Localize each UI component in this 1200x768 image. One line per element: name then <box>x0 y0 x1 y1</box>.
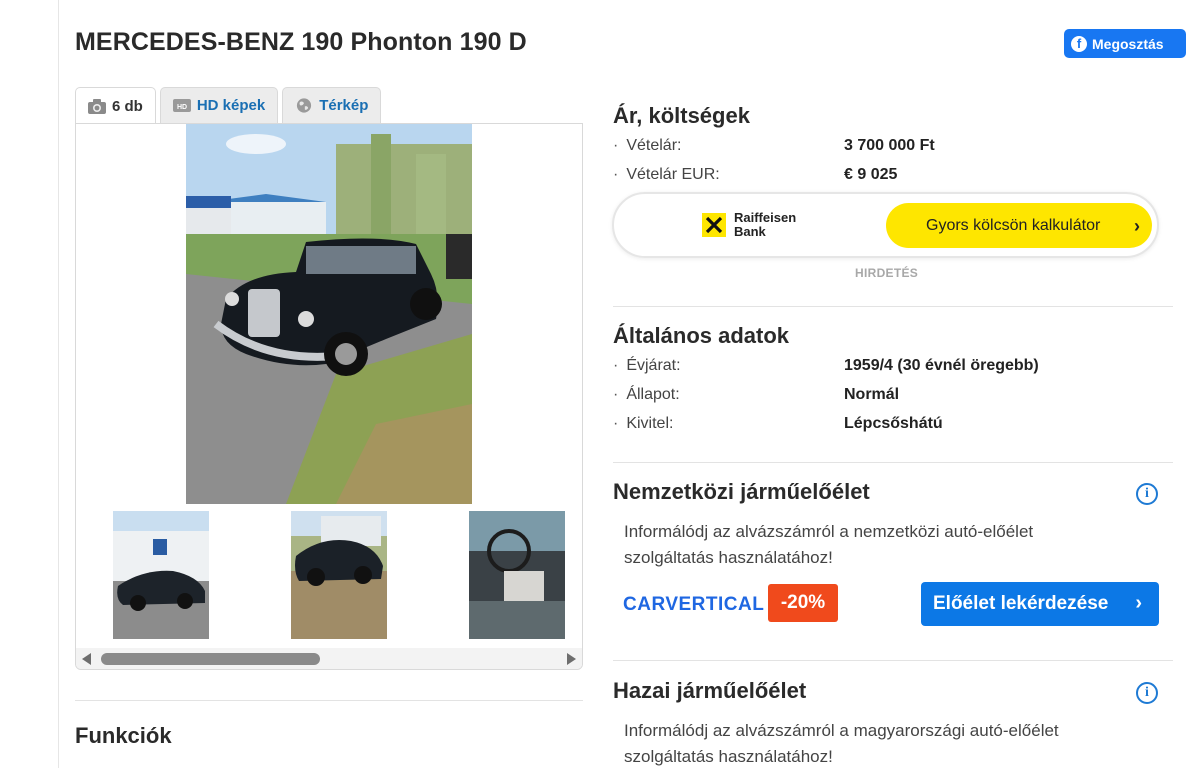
scroll-right-arrow-icon[interactable] <box>567 653 576 665</box>
chevron-right-icon: › <box>1135 592 1142 614</box>
tab-map-label: Térkép <box>319 97 369 114</box>
share-button-label: Megosztás <box>1092 35 1164 52</box>
body-type-label: Kivitel: <box>613 415 844 433</box>
bank-name-line1: Raiffeisen <box>734 210 797 225</box>
tab-hd-label: HD képek <box>196 97 266 114</box>
info-icon[interactable]: i <box>1136 682 1158 704</box>
home-history-text-line2: szolgáltatás használatához! <box>624 747 833 766</box>
price-eur-row: Vételár EUR: € 9 025 <box>613 166 897 184</box>
price-value: 3 700 000 Ft <box>844 137 935 154</box>
section-divider <box>613 306 1173 307</box>
page-title: MERCEDES-BENZ 190 Phonton 190 D <box>75 28 527 56</box>
facebook-icon: f <box>1071 35 1087 52</box>
loan-calculator-banner: Raiffeisen Bank Gyors kölcsön kalkulátor… <box>612 192 1159 258</box>
price-row: Vételár: 3 700 000 Ft <box>613 137 935 155</box>
year-row: Évjárat: 1959/4 (30 évnél öregebb) <box>613 357 1039 375</box>
history-check-button[interactable]: Előélet lekérdezése › <box>921 582 1159 626</box>
thumbnail[interactable] <box>113 511 209 639</box>
features-heading: Funkciók <box>75 723 172 748</box>
tab-photos[interactable]: 6 db <box>75 87 156 124</box>
loan-calculator-label: Gyors kölcsön kalkulátor <box>926 216 1101 234</box>
body-type-row: Kivitel: Lépcsőshátú <box>613 415 943 433</box>
condition-row: Állapot: Normál <box>613 386 899 404</box>
tab-photos-label: 6 db <box>112 97 143 115</box>
page-left-border <box>58 0 59 768</box>
price-eur-label: Vételár EUR: <box>613 166 844 184</box>
discount-badge: -20% <box>768 584 838 622</box>
home-history-text: Informálódj az alvázszámról a magyarorsz… <box>624 718 1094 768</box>
raiffeisen-logo: Raiffeisen Bank <box>702 211 796 239</box>
main-photo[interactable] <box>186 124 472 504</box>
loan-calculator-button[interactable]: Gyors kölcsön kalkulátor › <box>886 203 1152 248</box>
gallery-scrollbar[interactable] <box>76 648 582 669</box>
section-divider <box>75 700 583 701</box>
history-check-label: Előélet lekérdezése <box>933 593 1109 614</box>
intl-history-text: Informálódj az alvázszámról a nemzetközi… <box>624 519 1094 571</box>
price-eur-value: € 9 025 <box>844 166 898 183</box>
general-heading: Általános adatok <box>613 323 790 348</box>
condition-value: Normál <box>844 386 900 403</box>
year-label: Évjárat: <box>613 357 844 375</box>
thumbnail-strip <box>76 511 582 639</box>
intl-history-text-line1: Informálódj az alvázszámról a nemzetközi… <box>624 522 1034 541</box>
carvertical-logo: CARVERTICAL <box>623 594 765 615</box>
body-type-value: Lépcsőshátú <box>844 415 943 432</box>
info-icon[interactable]: i <box>1136 483 1158 505</box>
camera-icon <box>88 98 106 114</box>
intl-history-heading: Nemzetközi járműelőélet <box>613 479 870 504</box>
hd-icon: HD <box>172 99 191 112</box>
condition-label: Állapot: <box>613 386 844 404</box>
section-divider <box>613 660 1173 661</box>
year-value: 1959/4 (30 évnél öregebb) <box>844 357 1039 374</box>
bank-name-line2: Bank <box>734 224 766 239</box>
ad-label: HIRDETÉS <box>855 266 919 280</box>
section-divider <box>613 462 1173 463</box>
tab-hd-images[interactable]: HD HD képek <box>159 87 279 123</box>
price-label: Vételár: <box>613 137 844 155</box>
gallery-tabs: 6 db HD HD képek Térkép <box>75 87 382 124</box>
scrollbar-thumb[interactable] <box>101 653 320 665</box>
chevron-right-icon: › <box>1134 216 1140 236</box>
scroll-left-arrow-icon[interactable] <box>82 653 91 665</box>
intl-history-text-line2: szolgáltatás használatához! <box>624 548 833 567</box>
thumbnail[interactable] <box>469 511 565 639</box>
home-history-heading: Hazai járműelőélet <box>613 678 807 703</box>
home-history-text-line1: Informálódj az alvázszámról a magyarorsz… <box>624 721 1059 740</box>
facebook-share-button[interactable]: f Megosztás <box>1064 29 1186 58</box>
globe-icon <box>297 98 312 113</box>
raiffeisen-icon <box>702 213 726 237</box>
prices-heading: Ár, költségek <box>613 103 750 128</box>
tab-map[interactable]: Térkép <box>282 87 382 123</box>
thumbnail[interactable] <box>291 511 387 639</box>
svg-text:HD: HD <box>177 104 187 111</box>
photo-gallery <box>75 123 583 670</box>
